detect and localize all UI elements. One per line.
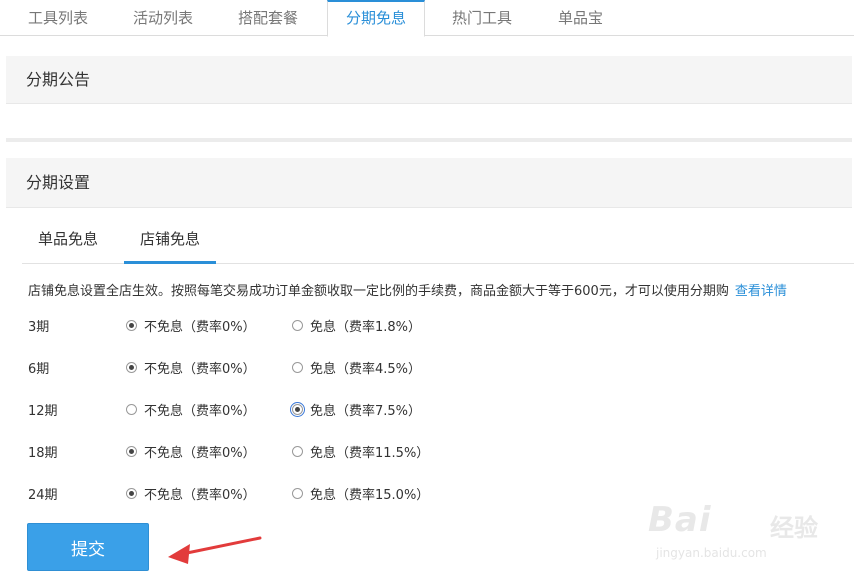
period-label: 24期 [28, 488, 58, 503]
free-option[interactable]: 免息（费率11.5%） [292, 439, 429, 463]
radio-icon[interactable] [290, 401, 305, 417]
annotation-arrow-icon [168, 536, 262, 564]
installment-settings-header: 分期设置 [6, 158, 852, 208]
watermark-logo: Bai [648, 500, 712, 540]
submit-button[interactable]: 提交 [27, 523, 149, 571]
sub-tab-item-free[interactable]: 单品免息 [22, 222, 114, 264]
settings-sub-tabs: 单品免息 店铺免息 [22, 222, 854, 264]
radio-icon[interactable] [126, 445, 137, 457]
no-free-option[interactable]: 不免息（费率0%） [126, 439, 256, 463]
free-option[interactable]: 免息（费率15.0%） [292, 481, 429, 505]
radio-icon[interactable] [126, 487, 137, 499]
radio-icon[interactable] [292, 361, 303, 373]
tab-installment-free[interactable]: 分期免息 [327, 0, 426, 37]
installment-notice-body [6, 104, 852, 142]
period-row-6: 6期 不免息（费率0%） 免息（费率4.5%） [28, 355, 828, 379]
no-free-option[interactable]: 不免息（费率0%） [126, 397, 256, 421]
period-row-18: 18期 不免息（费率0%） 免息（费率11.5%） [28, 439, 828, 463]
top-tab-bar: 工具列表 活动列表 搭配套餐 分期免息 热门工具 单品宝 [0, 0, 854, 37]
watermark-url: jingyan.baidu.com [656, 546, 767, 560]
tab-tool-list[interactable]: 工具列表 [10, 0, 106, 36]
tab-bundle[interactable]: 搭配套餐 [220, 0, 316, 36]
no-free-option[interactable]: 不免息（费率0%） [126, 355, 256, 379]
radio-icon[interactable] [292, 487, 303, 499]
baidu-jingyan-watermark: Bai 经验 jingyan.baidu.com [648, 490, 848, 570]
radio-icon[interactable] [126, 319, 137, 331]
radio-icon[interactable] [292, 319, 303, 331]
period-label: 12期 [28, 404, 58, 419]
free-option[interactable]: 免息（费率1.8%） [292, 313, 421, 337]
view-details-link[interactable]: 查看详情 [735, 284, 787, 299]
no-free-option[interactable]: 不免息（费率0%） [126, 313, 256, 337]
installment-notice-header: 分期公告 [6, 56, 852, 104]
sub-tab-shop-free[interactable]: 店铺免息 [124, 222, 217, 264]
free-option[interactable]: 免息（费率7.5%） [290, 397, 421, 421]
shop-free-notice: 店铺免息设置全店生效。按照每笔交易成功订单金额收取一定比例的手续费，商品金额大于… [28, 280, 787, 299]
tab-hot-tools[interactable]: 热门工具 [434, 0, 530, 36]
radio-icon[interactable] [126, 403, 137, 415]
period-label: 3期 [28, 320, 50, 335]
notice-text: 店铺免息设置全店生效。按照每笔交易成功订单金额收取一定比例的手续费，商品金额大于… [28, 284, 729, 299]
period-label: 18期 [28, 446, 58, 461]
period-label: 6期 [28, 362, 50, 377]
radio-icon[interactable] [126, 361, 137, 373]
tab-activity-list[interactable]: 活动列表 [115, 0, 211, 36]
watermark-logo-suffix: 经验 [770, 514, 818, 542]
radio-icon[interactable] [292, 445, 303, 457]
tab-single-item[interactable]: 单品宝 [540, 0, 621, 36]
no-free-option[interactable]: 不免息（费率0%） [126, 481, 256, 505]
period-row-12: 12期 不免息（费率0%） 免息（费率7.5%） [28, 397, 828, 421]
free-option[interactable]: 免息（费率4.5%） [292, 355, 421, 379]
period-row-3: 3期 不免息（费率0%） 免息（费率1.8%） [28, 313, 828, 337]
